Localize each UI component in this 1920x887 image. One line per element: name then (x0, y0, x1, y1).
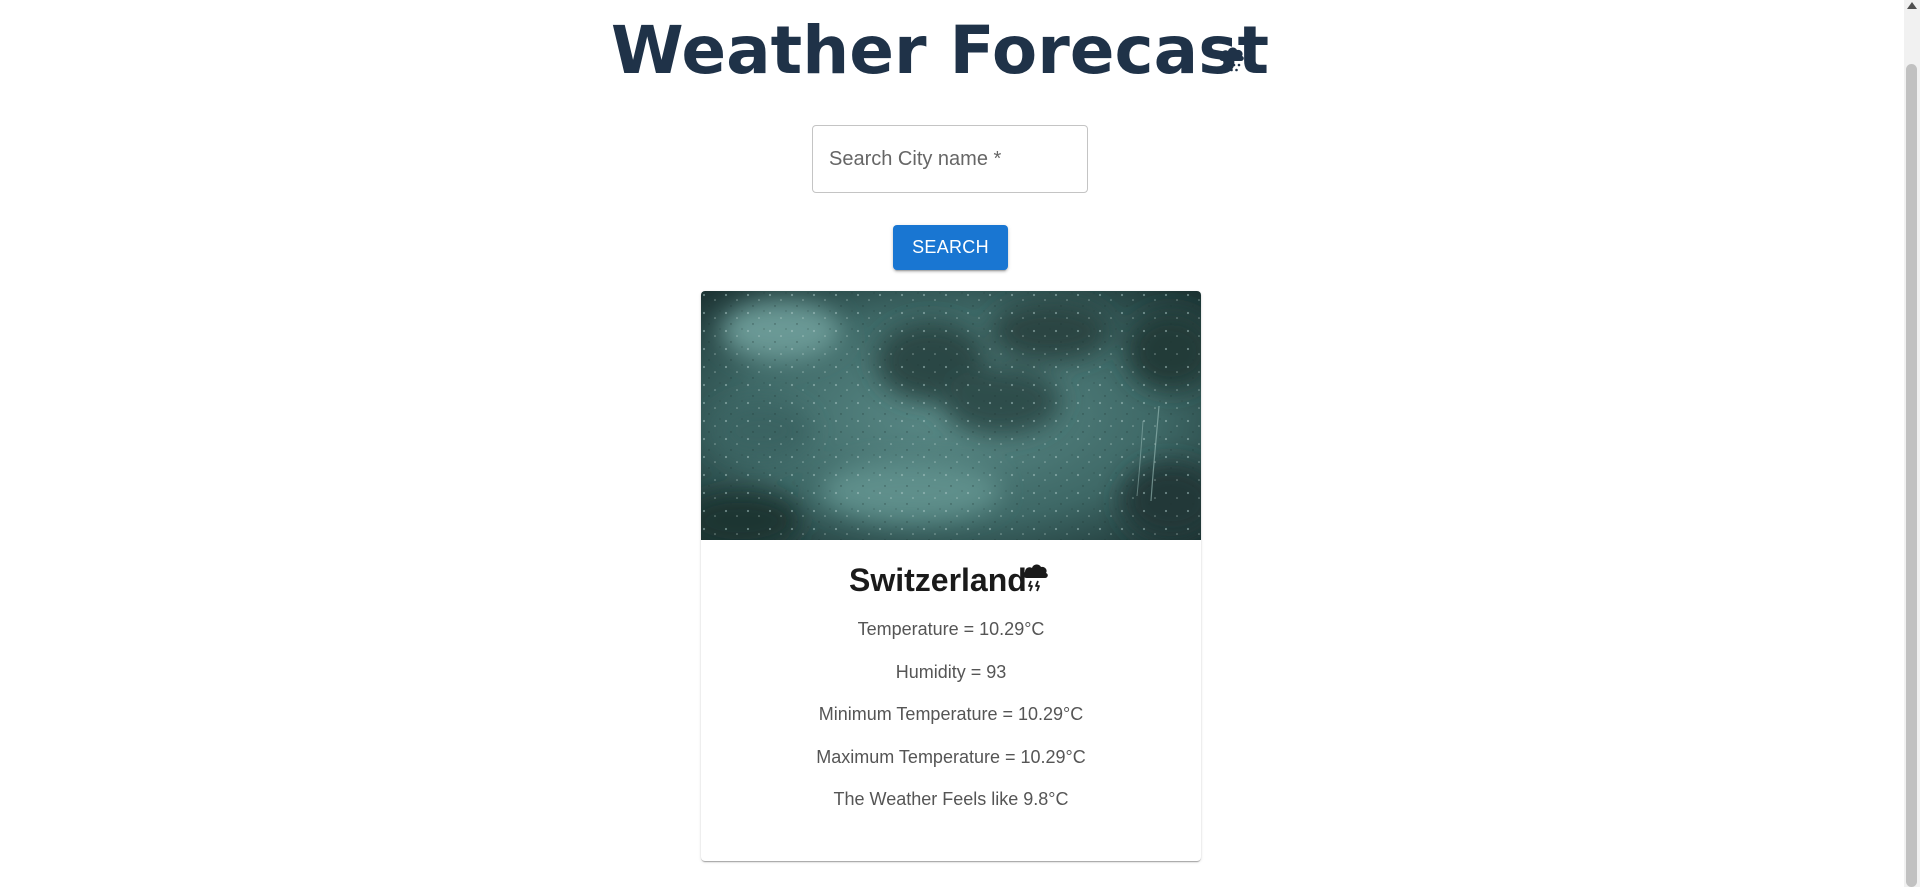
search-input-container[interactable] (812, 125, 1088, 193)
header: Weather Forecast (0, 8, 1904, 94)
page: Weather Forecast SEARCH (0, 0, 1920, 887)
temperature-text: Temperature = 10.29°C (857, 619, 1045, 639)
humidity-text: Humidity = 93 (895, 662, 1007, 682)
search-input[interactable] (813, 126, 1087, 192)
page-title: Weather Forecast (610, 12, 1270, 89)
max-temperature-text: Maximum Temperature = 10.29°C (816, 747, 1086, 767)
scrollbar-thumb[interactable] (1906, 64, 1917, 887)
city-name: Switzerland (849, 562, 1027, 598)
scroll-up-arrow-icon[interactable] (1907, 2, 1917, 9)
min-temperature-text: Minimum Temperature = 10.29°C (818, 704, 1084, 724)
feels-like-text: The Weather Feels like 9.8°C (833, 789, 1069, 809)
rain-cloud-icon (1219, 47, 1244, 72)
thunderstorm-cloud-icon (1023, 564, 1048, 592)
search-button[interactable]: SEARCH (893, 225, 1008, 270)
rain-on-window-image (701, 291, 1201, 540)
